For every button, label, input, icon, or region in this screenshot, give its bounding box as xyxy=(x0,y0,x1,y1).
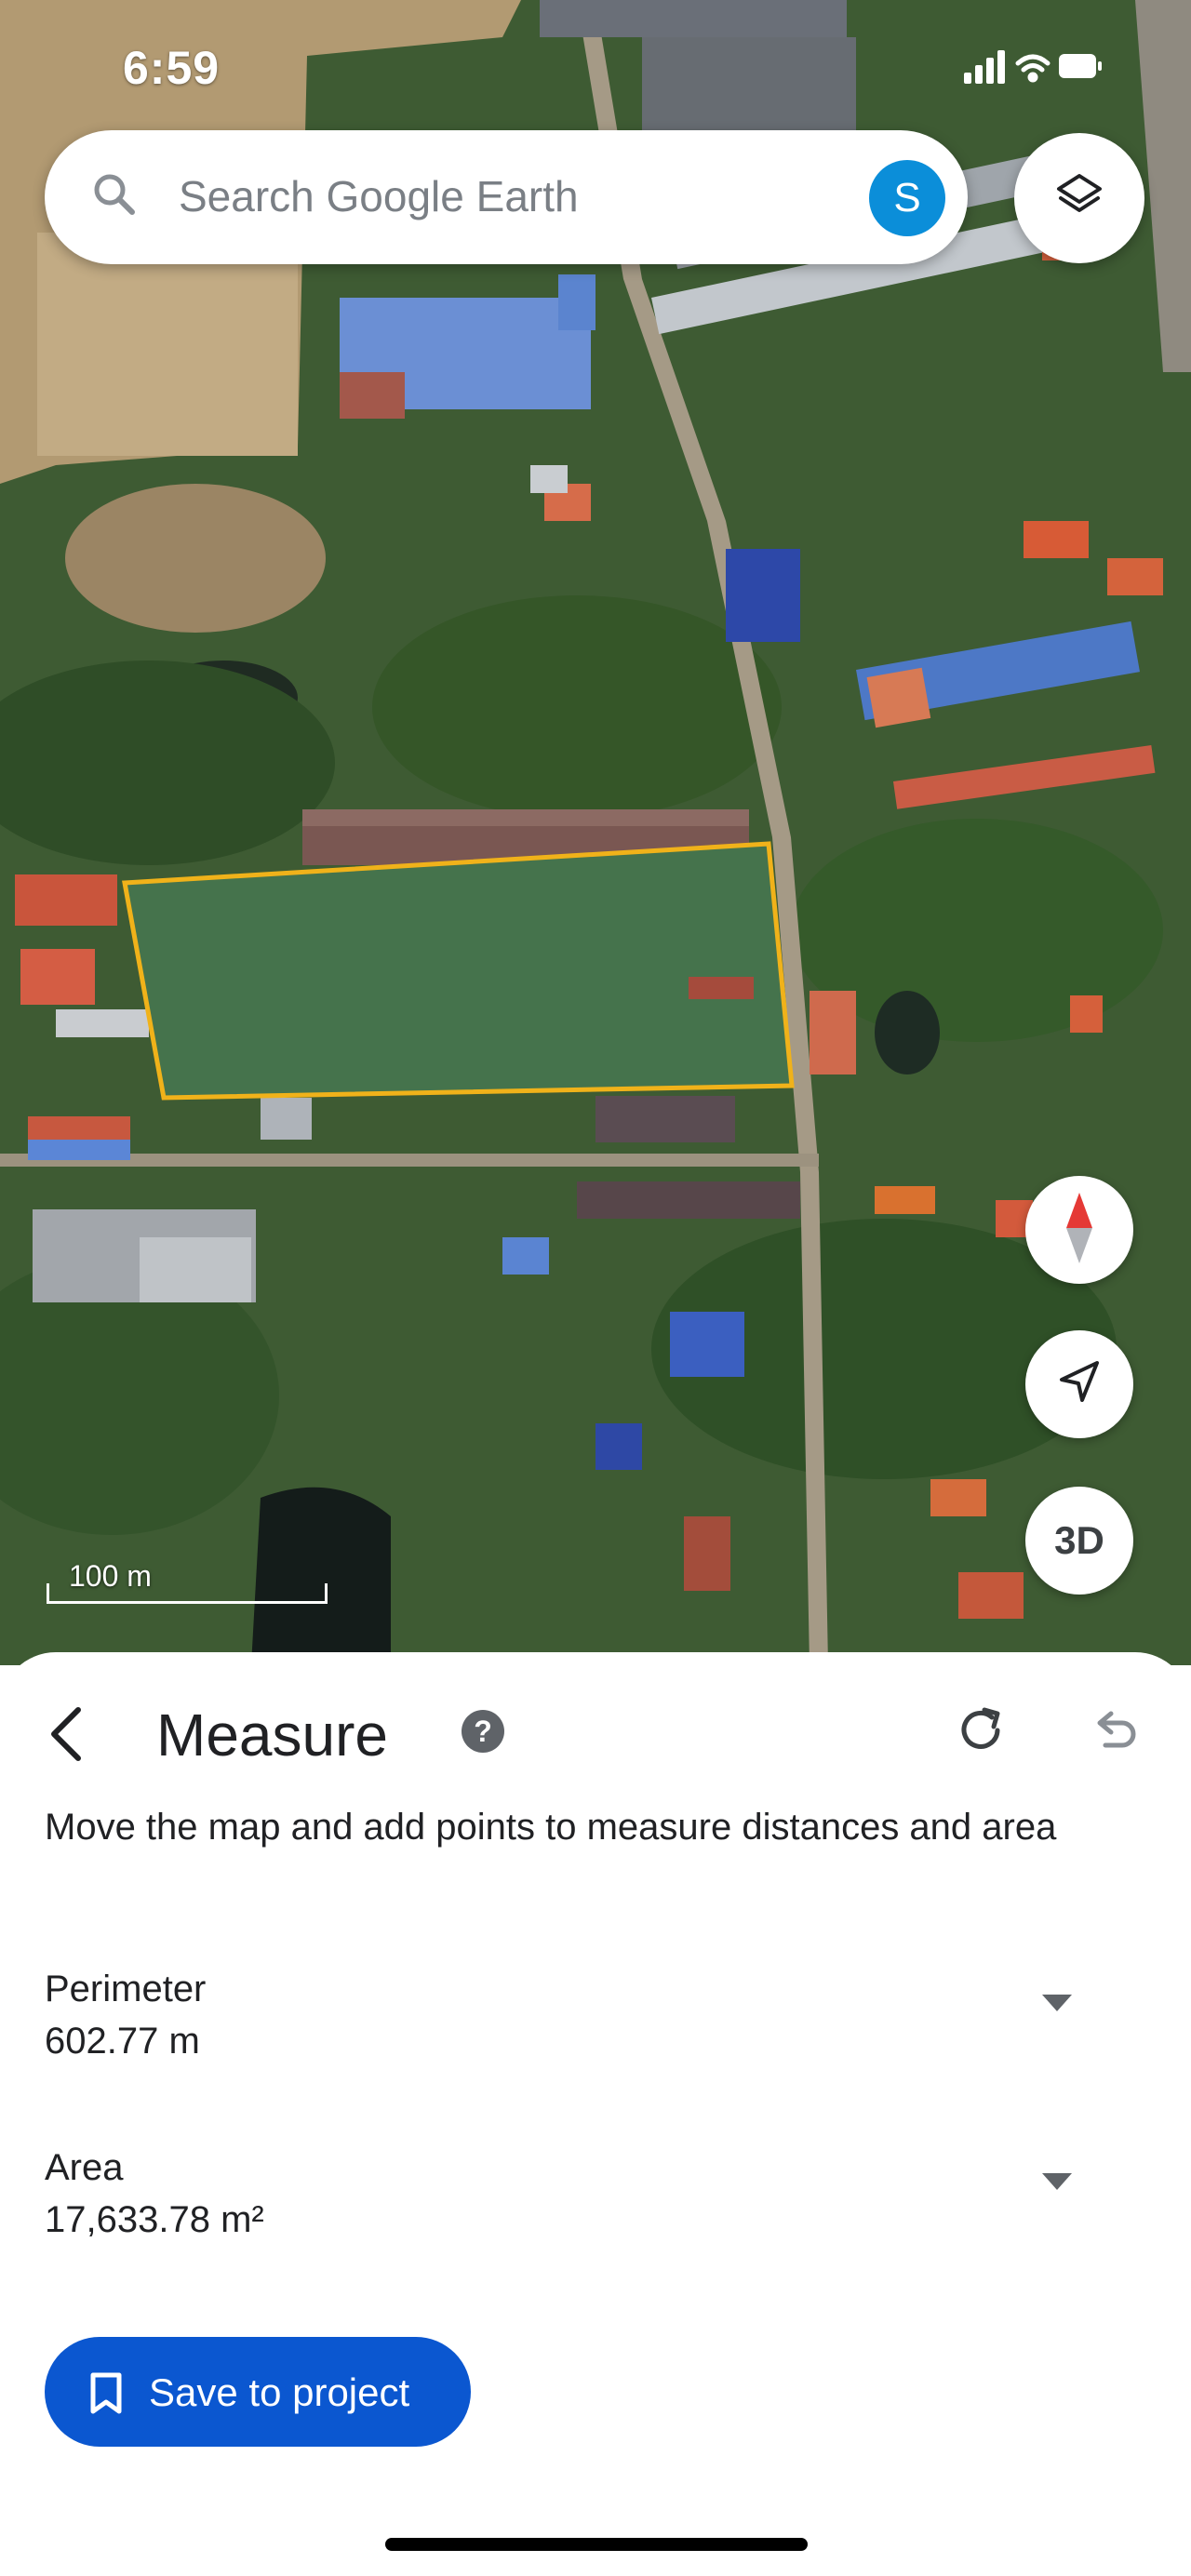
undo-button[interactable] xyxy=(1079,1699,1146,1766)
search-icon xyxy=(89,169,141,226)
chevron-down-icon[interactable] xyxy=(1040,2171,1074,2192)
perimeter-value: 602.77 m xyxy=(45,2021,200,2062)
undo-icon xyxy=(1087,1704,1139,1761)
page-title: Measure xyxy=(156,1702,388,1768)
avatar[interactable]: S xyxy=(869,160,945,236)
back-button[interactable] xyxy=(33,1702,100,1769)
location-arrow-icon xyxy=(1054,1357,1104,1412)
redo-button[interactable] xyxy=(949,1699,1016,1766)
layers-button[interactable] xyxy=(1014,133,1144,263)
search-input[interactable]: Search Google Earth xyxy=(179,171,579,221)
save-label: Save to project xyxy=(149,2370,410,2414)
search-bar[interactable]: Search Google Earth S xyxy=(45,130,968,264)
scale-bar xyxy=(47,1583,328,1604)
instructions-text: Move the map and add points to measure d… xyxy=(45,1807,1057,1848)
cellular-signal-icon xyxy=(964,50,1005,84)
compass-icon xyxy=(1061,1191,1098,1270)
3d-toggle-button[interactable]: 3D xyxy=(1025,1487,1133,1595)
perimeter-label: Perimeter xyxy=(45,1969,207,2009)
home-indicator[interactable] xyxy=(385,2538,808,2551)
measure-sheet: Measure ? Move the map and add points to… xyxy=(0,1652,1191,2576)
help-icon[interactable]: ? xyxy=(462,1710,504,1753)
battery-icon xyxy=(1059,54,1102,78)
chevron-left-icon xyxy=(45,1704,89,1768)
satellite-map[interactable]: 6:59 Search Google Earth S 3D 100 m xyxy=(0,0,1191,1665)
status-icons xyxy=(964,48,1104,90)
area-value: 17,633.78 m² xyxy=(45,2199,264,2240)
bookmark-icon xyxy=(87,2372,125,2420)
my-location-button[interactable] xyxy=(1025,1330,1133,1438)
status-time: 6:59 xyxy=(123,42,221,94)
compass-button[interactable] xyxy=(1025,1176,1133,1284)
chevron-down-icon[interactable] xyxy=(1040,1993,1074,2013)
layers-icon xyxy=(1053,170,1105,227)
redo-icon xyxy=(957,1704,1009,1761)
area-row[interactable]: Area 17,633.78 m² xyxy=(0,2147,1191,2296)
perimeter-row[interactable]: Perimeter 602.77 m xyxy=(0,1969,1191,2117)
save-to-project-button[interactable]: Save to project xyxy=(45,2337,471,2447)
area-label: Area xyxy=(45,2147,124,2188)
wifi-icon xyxy=(1015,54,1050,83)
3d-label: 3D xyxy=(1054,1518,1104,1562)
